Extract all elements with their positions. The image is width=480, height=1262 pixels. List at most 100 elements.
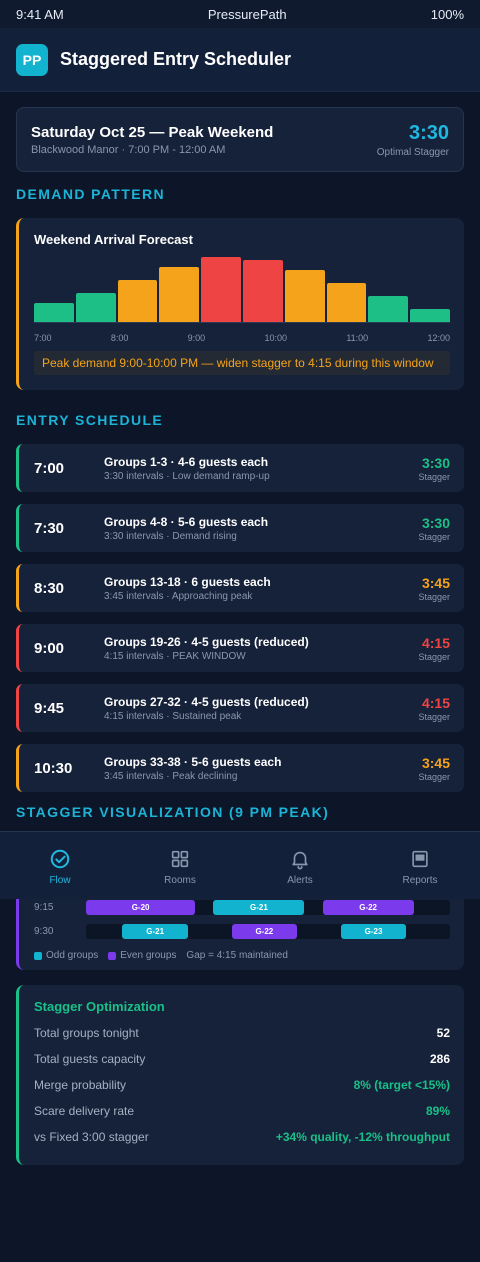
nav-label: Flow bbox=[49, 874, 71, 886]
stagger-optimization-card: Stagger Optimization Total groups tonigh… bbox=[16, 985, 464, 1165]
visualization-time: 9:15 bbox=[34, 902, 54, 913]
optimization-label: Total groups tonight bbox=[34, 1026, 139, 1040]
optimization-label: Scare delivery rate bbox=[34, 1104, 135, 1118]
group-block[interactable]: G-21 bbox=[213, 900, 305, 915]
schedule-stagger: 3:45 Stagger bbox=[418, 575, 450, 602]
group-block[interactable]: G-22 bbox=[231, 924, 298, 939]
schedule-stagger-label: Stagger bbox=[418, 471, 450, 482]
status-bar: 9:41 AM PressurePath 100% bbox=[0, 0, 480, 28]
schedule-stagger: 4:15 Stagger bbox=[418, 695, 450, 722]
schedule-stagger-label: Stagger bbox=[418, 591, 450, 602]
nav-label: Alerts bbox=[287, 874, 313, 886]
forecast-bar bbox=[117, 279, 158, 322]
schedule-stagger-value: 3:45 bbox=[421, 754, 450, 771]
schedule-groups: Groups 33-38 · 5-6 guests each bbox=[104, 754, 282, 769]
nav-item-alerts[interactable]: Alerts bbox=[240, 832, 360, 899]
schedule-stagger-label: Stagger bbox=[418, 531, 450, 542]
event-title: Saturday Oct 25 — Peak Weekend bbox=[31, 123, 274, 141]
optimization-label: Merge probability bbox=[34, 1078, 127, 1092]
schedule-time: 7:30 bbox=[34, 519, 65, 537]
optimization-row: Total groups tonight 52 bbox=[34, 1026, 450, 1040]
visualization-time: 9:30 bbox=[34, 926, 54, 937]
optimization-rows: Total groups tonight 52 Total guests capac… bbox=[34, 1026, 450, 1144]
schedule-stagger: 4:15 Stagger bbox=[418, 635, 450, 662]
optimal-stagger-value: 3:30 bbox=[408, 121, 449, 144]
optimization-label: vs Fixed 3:00 stagger bbox=[34, 1130, 149, 1144]
schedule-detail: 4:15 intervals · PEAK WINDOW bbox=[104, 650, 246, 662]
schedule-row[interactable]: 8:30 Groups 13-18 · 6 guests each 3:45 int… bbox=[16, 564, 464, 612]
app-logo[interactable]: PP bbox=[16, 43, 48, 76]
forecast-bar bbox=[410, 309, 450, 322]
schedule-row[interactable]: 7:30 Groups 4-8 · 5-6 guests each 3:30 int… bbox=[16, 504, 464, 552]
schedule-stagger-value: 4:15 bbox=[421, 634, 450, 651]
schedule-groups: Groups 1-3 · 4-6 guests each bbox=[104, 454, 269, 469]
group-block[interactable]: G-21 bbox=[122, 924, 188, 939]
optimal-stagger-label: Optimal Stagger bbox=[376, 146, 449, 158]
schedule-row[interactable]: 10:30 Groups 33-38 · 5-6 guests each 3:45 … bbox=[16, 744, 464, 792]
stagger-visualization-card: 9:15 G-20 G-21 G-22 9:30 G-21 G-22 G-23 Odd gro… bbox=[16, 898, 464, 970]
visualization-legend: Odd groups Even groups Gap = 4:15 mainta… bbox=[34, 950, 450, 961]
group-block[interactable]: G-23 bbox=[340, 924, 407, 939]
optimization-value: 286 bbox=[429, 1052, 450, 1066]
forecast-bar bbox=[201, 257, 241, 322]
schedule-info: Groups 1-3 · 4-6 guests each 3:30 interva… bbox=[104, 455, 418, 482]
schedule-info: Groups 27-32 · 4-5 guests (reduced) 4:15 … bbox=[104, 695, 418, 722]
schedule-info: Groups 19-26 · 4-5 guests (reduced) 4:15 … bbox=[104, 635, 418, 662]
schedule-time: 8:30 bbox=[34, 579, 65, 597]
schedule-detail: 4:15 intervals · Sustained peak bbox=[104, 710, 242, 722]
schedule-detail: 3:45 intervals · Peak declining bbox=[104, 770, 238, 782]
optimization-row: Total guests capacity 286 bbox=[34, 1052, 450, 1066]
visualization-row: 9:30 G-21 G-22 G-23 bbox=[34, 924, 450, 939]
peak-demand-note: Peak demand 9:00-10:00 PM — widen stagge… bbox=[34, 351, 450, 375]
visualization-row: 9:15 G-20 G-21 G-22 bbox=[34, 900, 450, 915]
schedule-detail: 3:30 intervals · Low demand ramp-up bbox=[104, 470, 270, 482]
x-tick-label: 7:00 bbox=[34, 333, 52, 343]
visualization-track: G-20 G-21 G-22 bbox=[86, 900, 450, 915]
schedule-groups: Groups 27-32 · 4-5 guests (reduced) bbox=[104, 694, 309, 709]
forecast-bar-chart bbox=[34, 257, 450, 323]
check-circle-icon bbox=[49, 848, 71, 870]
schedule-row[interactable]: 9:45 Groups 27-32 · 4-5 guests (reduced) 4… bbox=[16, 684, 464, 732]
legend-gap-label: Gap = 4:15 maintained bbox=[186, 950, 288, 961]
x-tick-label: 9:00 bbox=[187, 333, 206, 343]
visualization-rows: 9:15 G-20 G-21 G-22 9:30 G-21 G-22 G-23 bbox=[34, 900, 450, 939]
optimization-title: Stagger Optimization bbox=[34, 999, 165, 1014]
schedule-stagger-value: 3:45 bbox=[421, 574, 450, 591]
schedule-stagger: 3:45 Stagger bbox=[418, 755, 450, 782]
bottom-nav: Flow Rooms Alerts Reports bbox=[0, 831, 480, 899]
schedule-stagger: 3:30 Stagger bbox=[418, 455, 450, 482]
entry-schedule-list: 7:00 Groups 1-3 · 4-6 guests each 3:30 int… bbox=[16, 444, 464, 792]
nav-label: Rooms bbox=[164, 874, 196, 886]
nav-label: Reports bbox=[402, 874, 438, 886]
schedule-time: 9:45 bbox=[34, 699, 65, 717]
main-content: Saturday Oct 25 — Peak Weekend Blackwood… bbox=[0, 107, 480, 820]
schedule-stagger-label: Stagger bbox=[418, 771, 450, 782]
optimization-value: 8% (target <15%) bbox=[353, 1078, 450, 1092]
forecast-bar bbox=[34, 302, 74, 322]
schedule-info: Groups 33-38 · 5-6 guests each 3:45 inter… bbox=[104, 755, 418, 782]
event-summary-card[interactable]: Saturday Oct 25 — Peak Weekend Blackwood… bbox=[16, 107, 464, 172]
app-header: PP Staggered Entry Scheduler bbox=[0, 28, 480, 92]
legend-even: Even groups bbox=[108, 950, 176, 961]
schedule-time: 10:30 bbox=[34, 759, 73, 777]
legend-odd-swatch bbox=[34, 951, 42, 960]
forecast-bar bbox=[368, 296, 409, 322]
grid-icon bbox=[169, 848, 191, 870]
arrival-forecast-card: Weekend Arrival Forecast 7:00 8:00 9:00 10:… bbox=[16, 218, 464, 390]
optimization-value: 89% bbox=[425, 1104, 450, 1118]
page-title: Staggered Entry Scheduler bbox=[60, 49, 292, 69]
legend-odd-label: Odd groups bbox=[46, 950, 99, 961]
section-title-schedule: ENTRY SCHEDULE bbox=[16, 412, 164, 428]
group-block[interactable]: G-20 bbox=[86, 900, 196, 915]
schedule-detail: 3:45 intervals · Approaching peak bbox=[104, 590, 253, 602]
schedule-stagger-label: Stagger bbox=[418, 711, 450, 722]
schedule-row[interactable]: 7:00 Groups 1-3 · 4-6 guests each 3:30 int… bbox=[16, 444, 464, 492]
group-block[interactable]: G-22 bbox=[322, 900, 414, 915]
nav-item-reports[interactable]: Reports bbox=[360, 832, 480, 899]
schedule-stagger-value: 4:15 bbox=[421, 694, 450, 711]
nav-item-flow[interactable]: Flow bbox=[0, 832, 120, 899]
legend-odd: Odd groups bbox=[34, 950, 98, 961]
schedule-row[interactable]: 9:00 Groups 19-26 · 4-5 guests (reduced) 4… bbox=[16, 624, 464, 672]
nav-item-rooms[interactable]: Rooms bbox=[120, 832, 240, 899]
schedule-stagger: 3:30 Stagger bbox=[418, 515, 450, 542]
